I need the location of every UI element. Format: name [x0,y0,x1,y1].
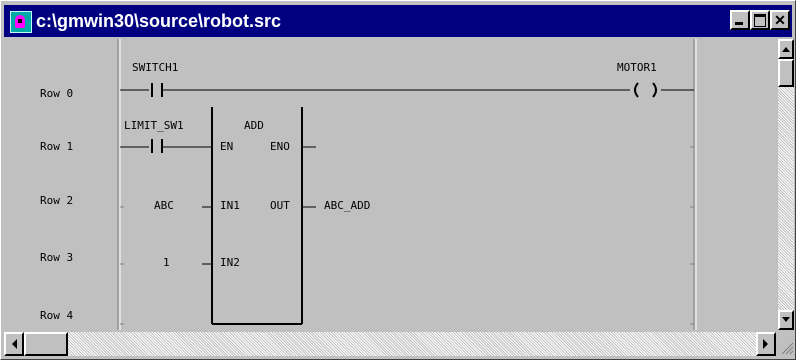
function-block-name: ADD [244,119,264,132]
arrow-down-icon [782,317,790,322]
title-bar[interactable]: c:\gmwin30\source\robot.src ✕ [4,5,792,37]
close-icon: ✕ [774,12,786,28]
motor1-coil-left [634,82,639,98]
arrow-up-icon [782,47,790,52]
fb-input-in1: IN1 [220,199,240,212]
vertical-scroll-thumb[interactable] [778,59,794,87]
close-button[interactable]: ✕ [770,10,790,30]
maximize-icon [754,14,766,27]
minimize-button[interactable] [730,10,750,30]
horizontal-scroll-thumb[interactable] [24,332,68,356]
contact-label-limit-sw1: LIMIT_SW1 [124,119,184,132]
scroll-down-button[interactable] [778,310,794,330]
maximize-button[interactable] [750,10,770,30]
operand-out[interactable]: ABC_ADD [324,199,370,212]
scroll-up-button[interactable] [778,39,794,59]
fb-output-eno: ENO [270,140,290,153]
coil-label-motor1: MOTOR1 [617,61,657,74]
arrow-left-icon [12,339,17,349]
ladder-editor-canvas[interactable]: Row 0 Row 1 Row 2 Row 3 Row 4 SWITCH1 LI… [4,39,776,330]
contact-label-switch1: SWITCH1 [132,61,179,74]
fb-output-out: OUT [270,199,290,212]
minimize-icon [735,22,743,25]
window-title: c:\gmwin30\source\robot.src [36,11,282,31]
scroll-right-button[interactable] [756,332,776,356]
ladder-app-icon[interactable] [10,11,32,33]
fb-input-en: EN [220,140,234,153]
operand-in1[interactable]: ABC [154,199,174,212]
ladder-diagram [117,39,697,330]
scroll-left-button[interactable] [4,332,24,356]
operand-in2[interactable]: 1 [163,256,170,269]
horizontal-scrollbar[interactable] [4,332,776,356]
resize-grip-icon [781,342,794,355]
fb-input-in2: IN2 [220,256,240,269]
editor-window: c:\gmwin30\source\robot.src ✕ Row 0 Row … [0,0,796,360]
arrow-right-icon [763,339,768,349]
vertical-scrollbar[interactable] [778,39,794,330]
motor1-coil-right [652,82,657,98]
resize-grip[interactable] [778,332,794,356]
